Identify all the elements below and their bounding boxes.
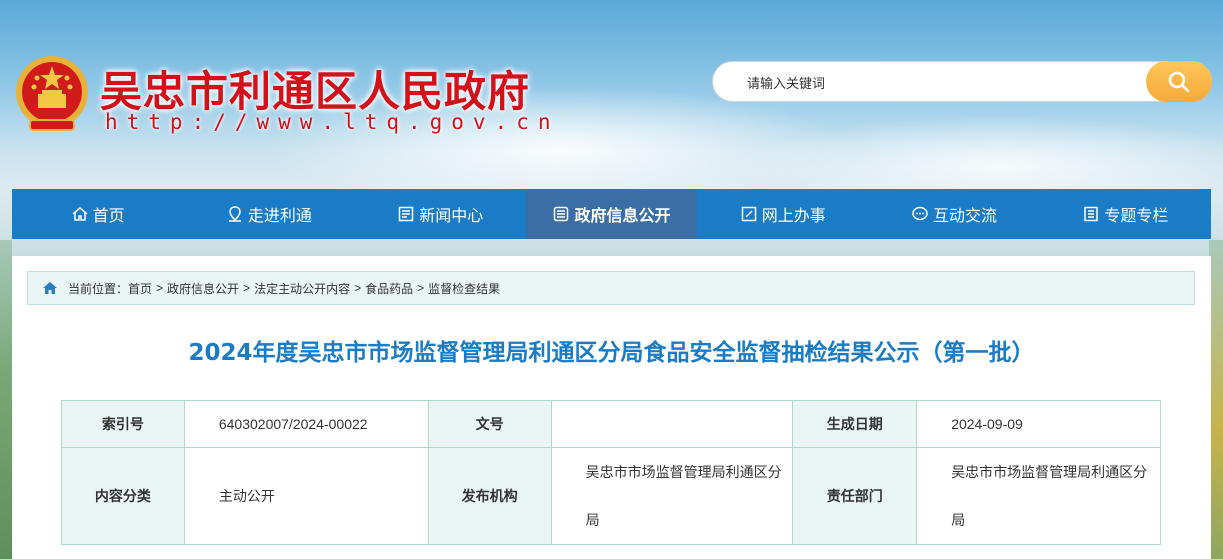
- breadcrumb-link-food-drug[interactable]: 食品药品: [365, 280, 413, 297]
- site-url: http://www.ltq.gov.cn: [105, 110, 560, 134]
- publisher-label: 发布机构: [427, 447, 552, 545]
- nav-item-label: 首页: [92, 206, 125, 225]
- breadcrumb-link-inspection[interactable]: 监督检查结果: [428, 280, 500, 297]
- breadcrumb-separator: >: [417, 281, 425, 295]
- list-icon: [1084, 206, 1099, 222]
- nav-item-label: 网上办事: [761, 206, 826, 225]
- home-icon: [72, 207, 88, 221]
- index-value: 640302007/2024-00022: [183, 400, 429, 448]
- date-label: 生成日期: [792, 400, 918, 448]
- publisher-value: 吴忠市市场监督管理局利通区分局: [550, 447, 794, 545]
- nav-item-special-topics[interactable]: 专题专栏: [1040, 189, 1211, 239]
- nav-item-label: 新闻中心: [419, 206, 484, 225]
- breadcrumb-separator: >: [243, 281, 251, 295]
- article-title: 2024年度吴忠市市场监督管理局利通区分局食品安全监督抽检结果公示（第一批）: [188, 340, 1035, 366]
- nav-item-online-service[interactable]: 网上办事: [697, 189, 868, 239]
- main-nav: 首页 走进利通 新闻中心 政府信息公开 网上办事 互动交流 专题专栏: [12, 189, 1211, 239]
- news-icon: [398, 206, 414, 222]
- search-button[interactable]: [1146, 61, 1212, 102]
- breadcrumb-separator: >: [354, 281, 362, 295]
- nav-item-about[interactable]: 走进利通: [183, 189, 354, 239]
- location-pin-icon: [228, 206, 241, 222]
- category-label: 内容分类: [61, 447, 185, 545]
- doc-no-label: 文号: [427, 400, 552, 448]
- nav-item-label: 互动交流: [933, 206, 998, 225]
- nav-item-label: 政府信息公开: [574, 206, 671, 225]
- doc-no-value: [550, 400, 794, 448]
- date-value: 2024-09-09: [916, 400, 1161, 448]
- breadcrumb-link-gov-info[interactable]: 政府信息公开: [167, 280, 239, 297]
- dept-value: 吴忠市市场监督管理局利通区分局: [916, 447, 1161, 545]
- breadcrumb: 当前位置： 首页 > 政府信息公开 > 法定主动公开内容 > 食品药品 > 监督…: [27, 271, 1195, 305]
- home-icon: [43, 282, 57, 294]
- national-emblem-icon: [12, 52, 92, 136]
- table-row: 索引号 640302007/2024-00022 文号 生成日期 2024-09…: [61, 400, 1161, 448]
- nav-item-label: 专题专栏: [1104, 206, 1169, 225]
- background-landscape-right: [1209, 240, 1223, 559]
- metadata-table: 索引号 640302007/2024-00022 文号 生成日期 2024-09…: [61, 400, 1161, 545]
- dept-label: 责任部门: [792, 447, 918, 545]
- breadcrumb-link-home[interactable]: 首页: [128, 280, 152, 297]
- nav-item-label: 走进利通: [247, 206, 312, 225]
- background-landscape-left: [0, 240, 12, 559]
- breadcrumb-prefix: 当前位置：: [68, 281, 129, 296]
- search-input[interactable]: [745, 71, 1139, 95]
- search-box: [712, 61, 1212, 102]
- search-icon: [1168, 71, 1190, 92]
- nav-item-gov-info[interactable]: 政府信息公开: [525, 189, 698, 239]
- nav-item-interaction[interactable]: 互动交流: [868, 189, 1039, 239]
- edit-icon: [741, 206, 756, 222]
- nav-item-home[interactable]: 首页: [12, 189, 183, 239]
- chat-icon: [912, 206, 928, 221]
- breadcrumb-separator: >: [156, 281, 164, 295]
- index-label: 索引号: [61, 400, 185, 448]
- nav-item-news[interactable]: 新闻中心: [355, 189, 526, 239]
- table-row: 内容分类 主动公开 发布机构 吴忠市市场监督管理局利通区分局 责任部门 吴忠市市…: [61, 447, 1161, 545]
- document-icon: [554, 206, 569, 222]
- breadcrumb-link-statutory[interactable]: 法定主动公开内容: [254, 280, 350, 297]
- category-value: 主动公开: [183, 447, 429, 545]
